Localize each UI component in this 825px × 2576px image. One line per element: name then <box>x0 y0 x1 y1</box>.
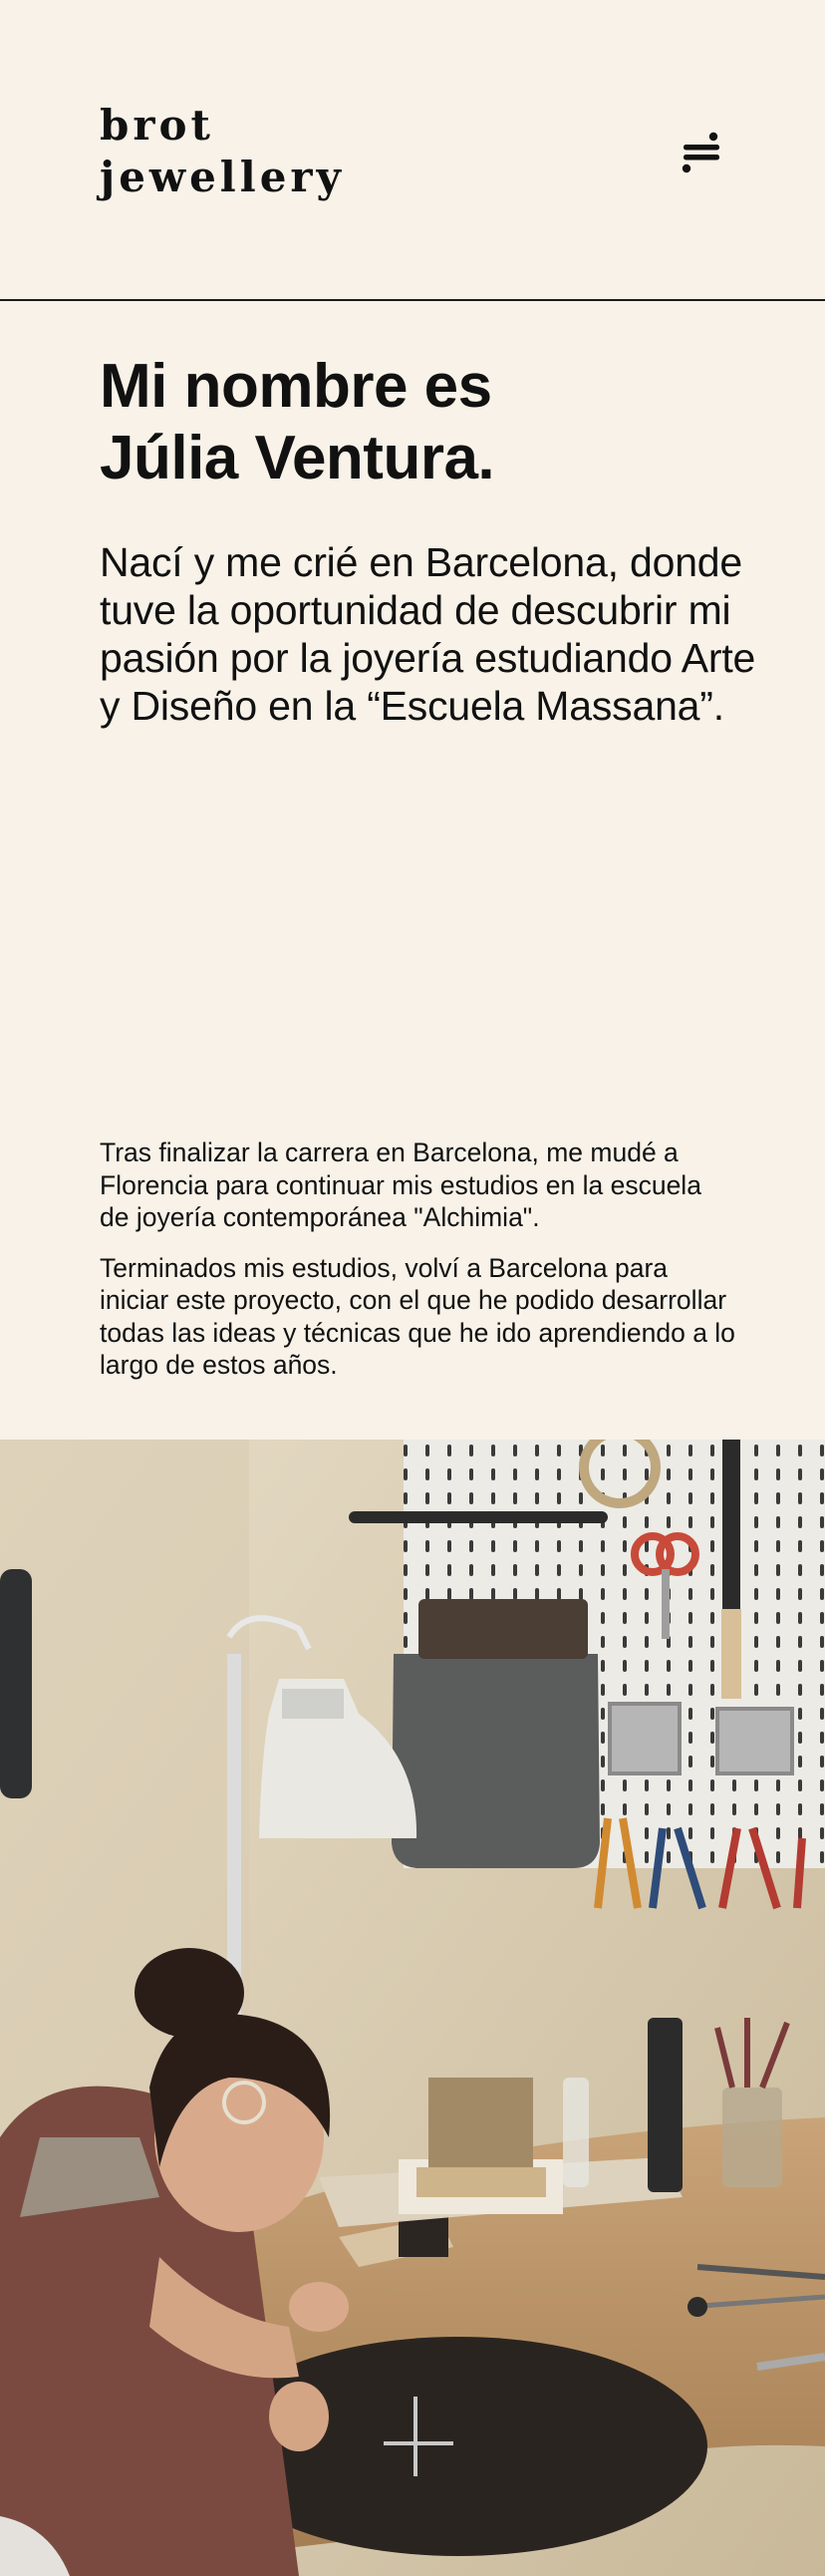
logo-line-brot: brot <box>100 101 214 150</box>
biography-text: Tras finalizar la carrera en Barcelona, … <box>100 1136 737 1400</box>
logo-line-jewellery: jewellery <box>100 153 345 201</box>
biography-paragraph-2: Terminados mis estudios, volví a Barcelo… <box>100 1252 735 1381</box>
site-header: brot jewellery <box>0 0 825 301</box>
menu-button[interactable] <box>676 128 727 179</box>
title-line-2: Júlia Ventura. <box>100 424 495 492</box>
workshop-photo <box>0 1440 825 2576</box>
title-line-1: Mi nombre es <box>100 352 492 421</box>
intro-paragraph: Nací y me crié en Barcelona, donde tuve … <box>100 539 756 729</box>
biography-paragraph-1: Tras finalizar la carrera en Barcelona, … <box>100 1137 701 1232</box>
menu-icon <box>682 132 719 173</box>
brand-logo[interactable]: brot jewellery <box>100 100 345 203</box>
page-title: Mi nombre es Júlia Ventura. <box>100 351 737 494</box>
